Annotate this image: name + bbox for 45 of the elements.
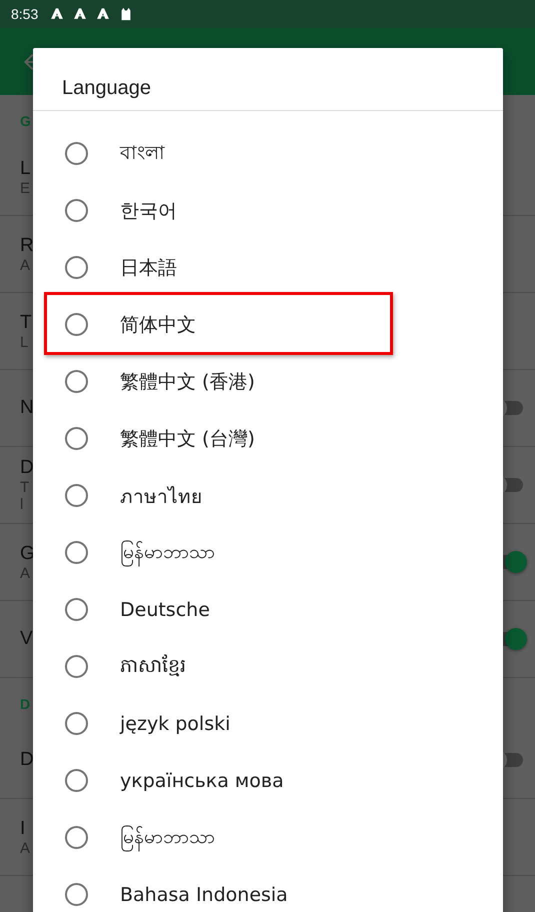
- language-option[interactable]: Deutsche: [120, 598, 210, 620]
- radio-button[interactable]: [65, 712, 88, 735]
- language-option[interactable]: język polski: [120, 712, 230, 734]
- setting-title: T: [20, 312, 32, 334]
- language-option[interactable]: українська мова: [120, 770, 284, 792]
- language-option[interactable]: 简体中文: [120, 312, 196, 338]
- setting-title: V: [20, 628, 33, 650]
- language-option[interactable]: မြန်မာဘာသာ: [120, 824, 215, 852]
- setting-title: N: [20, 397, 34, 419]
- language-option[interactable]: 繁體中文 (香港): [120, 368, 255, 394]
- setting-title: G: [20, 542, 35, 564]
- language-option[interactable]: বাংলা: [120, 138, 165, 170]
- radio-button[interactable]: [65, 256, 88, 279]
- setting-title: I: [20, 818, 26, 840]
- section-header: D: [19, 695, 30, 714]
- status-time: 8:53: [11, 6, 38, 22]
- setting-title: D: [20, 457, 34, 479]
- radio-button[interactable]: [65, 142, 88, 165]
- radio-button[interactable]: [65, 598, 88, 621]
- notification-icon: [96, 7, 110, 21]
- section-header: G: [19, 112, 31, 131]
- setting-title: L: [20, 158, 31, 180]
- language-option[interactable]: 繁體中文 (台灣): [120, 426, 255, 452]
- setting-title: D: [20, 749, 34, 771]
- radio-button[interactable]: [65, 370, 88, 393]
- radio-button[interactable]: [65, 313, 88, 336]
- radio-button[interactable]: [65, 427, 88, 450]
- radio-button[interactable]: [65, 826, 88, 849]
- radio-button[interactable]: [65, 883, 88, 906]
- language-option[interactable]: ภาษาไทย: [120, 480, 202, 510]
- language-option[interactable]: Bahasa Indonesia: [120, 884, 288, 906]
- dialog-title: Language: [33, 48, 503, 111]
- setting-title: R: [20, 234, 34, 256]
- language-option[interactable]: ភាសាខ្មែរ: [120, 652, 186, 680]
- language-option[interactable]: 한국어: [120, 198, 177, 224]
- notification-icon: [50, 7, 64, 21]
- radio-button[interactable]: [65, 484, 88, 507]
- radio-button[interactable]: [65, 769, 88, 792]
- radio-button[interactable]: [65, 199, 88, 222]
- radio-button[interactable]: [65, 541, 88, 564]
- cat-icon: [119, 7, 134, 21]
- radio-button[interactable]: [65, 655, 88, 678]
- language-option[interactable]: မြန်မာဘာသာ: [120, 538, 215, 566]
- language-option[interactable]: 日本語: [120, 254, 177, 280]
- notification-icon: [73, 7, 88, 21]
